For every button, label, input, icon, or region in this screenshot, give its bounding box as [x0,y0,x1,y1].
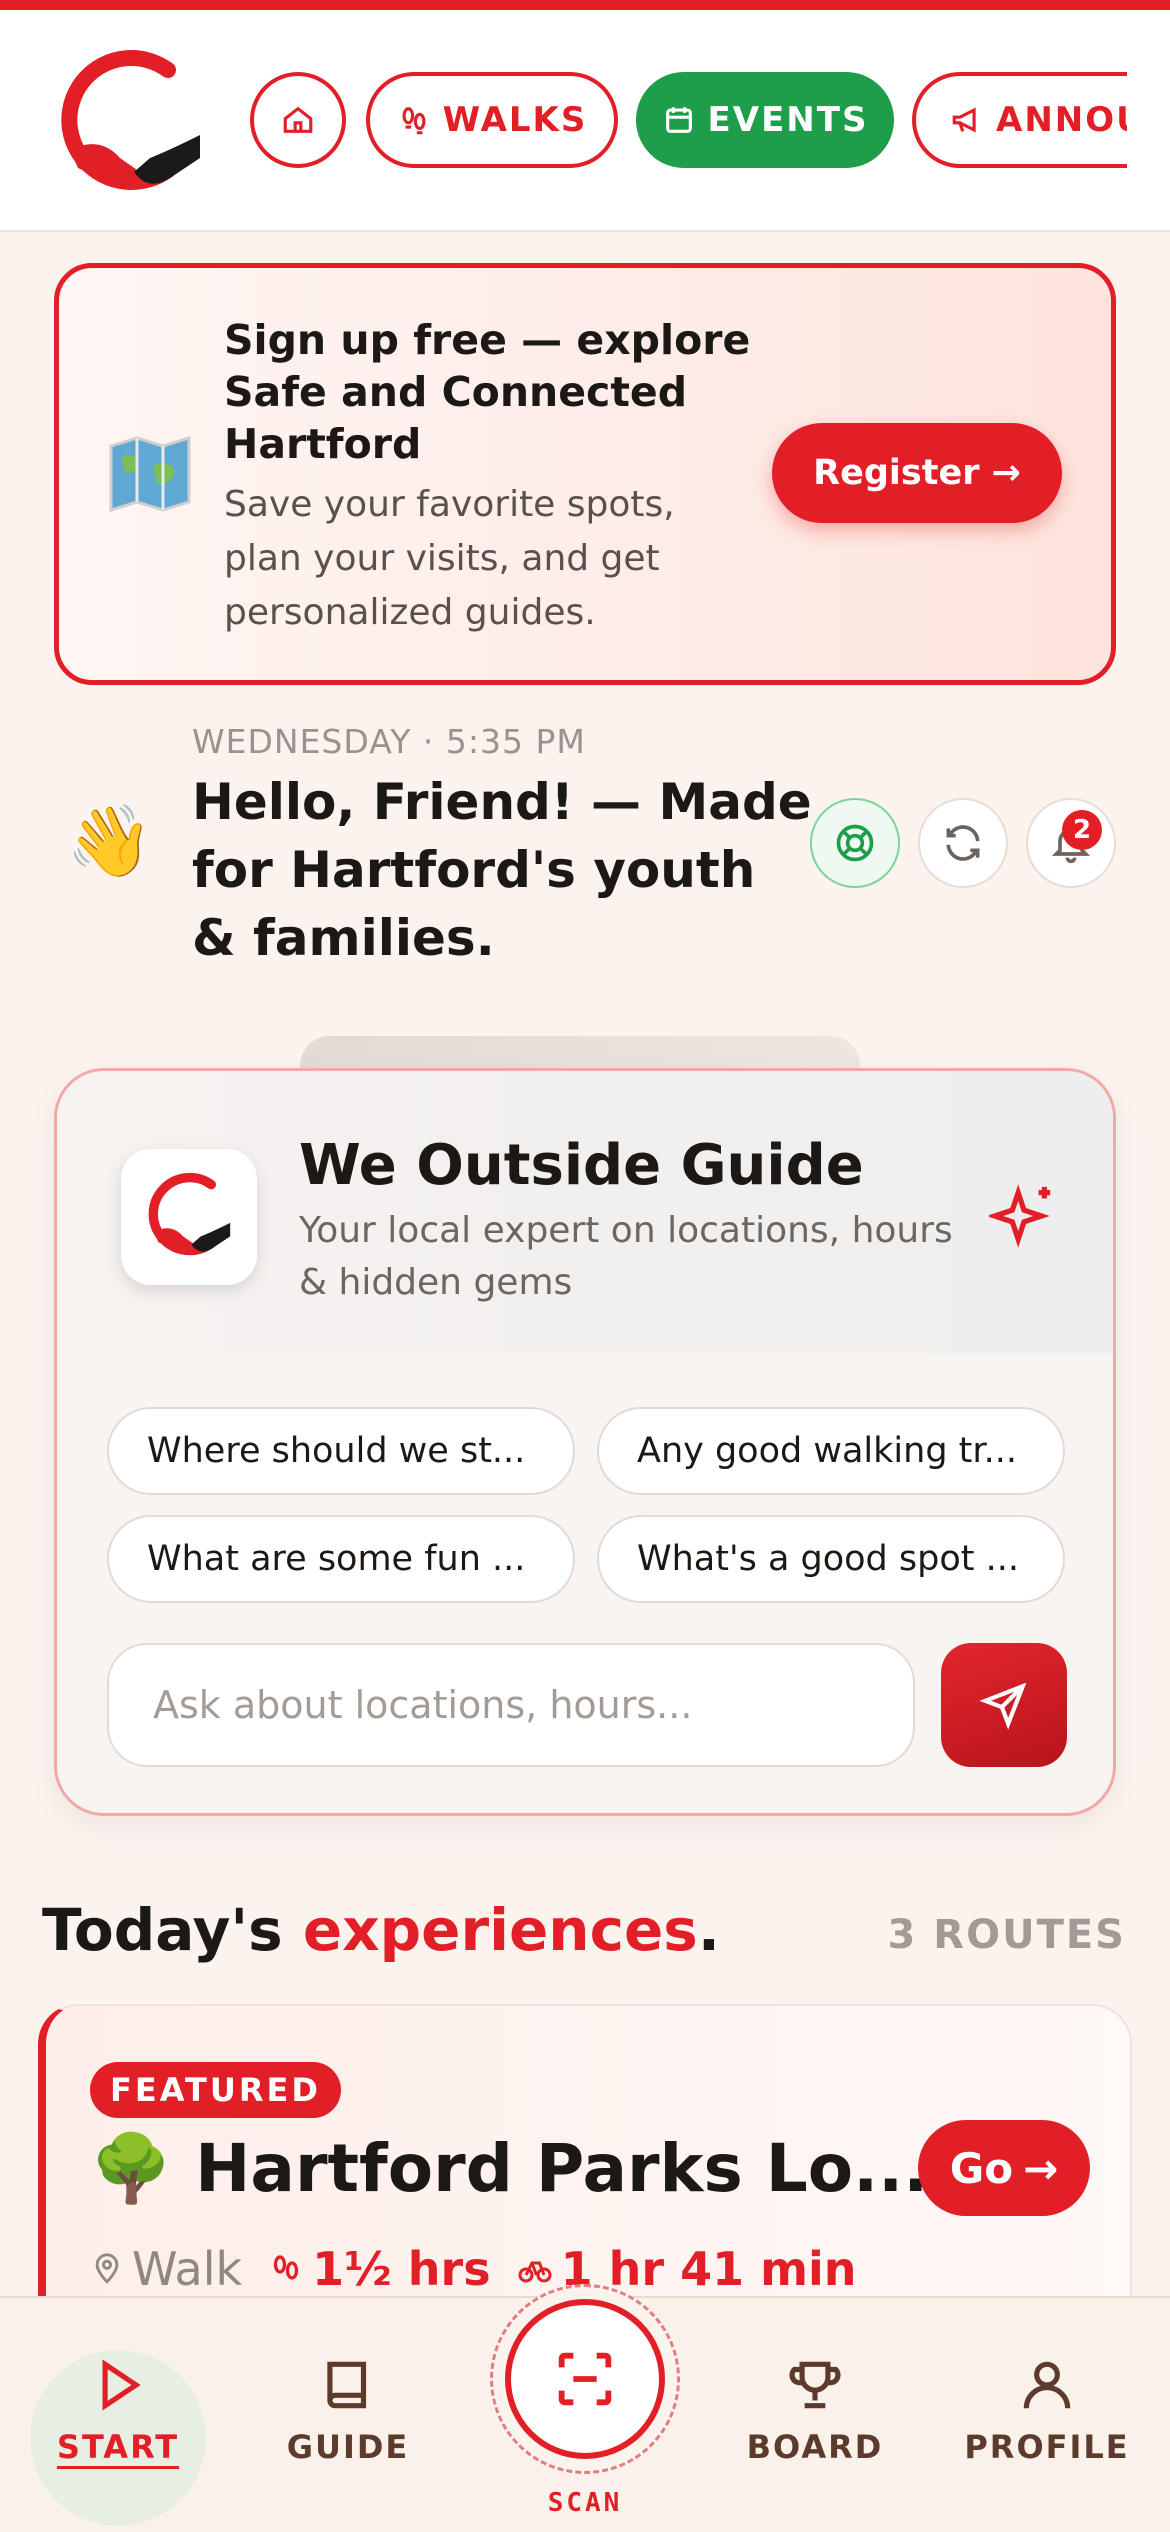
scan-button-inner [505,2299,665,2459]
notification-count-badge: 2 [1062,810,1102,850]
walk-duration-value: 1½ hrs [312,2242,491,2296]
tab-start[interactable]: START [13,2354,223,2466]
footprints-icon [274,2255,299,2280]
send-icon [979,1682,1027,1730]
greeting-heading: Hello, Friend! — Made for Hartford's you… [192,773,812,967]
tab-start-label: START [56,2428,180,2466]
experiences-heading: Today's experiences. [42,1896,720,1964]
bike-icon [518,2261,552,2283]
megaphone-icon [952,107,976,133]
nav-events-label: EVENTS [707,100,869,140]
play-icon [102,2359,141,2411]
sparkle-icon [989,1184,1051,1248]
map-icon [109,436,191,512]
routes-count: 3 ROUTES [887,1912,1126,1958]
featured-badge: FEATURED [90,2062,341,2118]
nav-walks-button[interactable]: WALKS [366,72,618,168]
guide-chat-card: We Outside Guide Your local expert on lo… [54,1068,1116,1816]
nav-walks-label: WALKS [442,100,588,140]
arrow-right-icon: → [1023,2143,1059,2193]
scan-button[interactable] [490,2284,680,2474]
route-type: Walk [90,2242,242,2296]
register-subtitle: Save your favorite spots, plan your visi… [224,484,675,633]
notifications-button[interactable]: 2 [1026,798,1116,888]
trophy-icon [789,2361,841,2409]
nav-announcements-label: ANNOU [996,100,1127,140]
register-button-label: Register [813,453,980,493]
guide-title: We Outside Guide [299,1133,864,1198]
featured-route-name: Hartford Parks Lo... [195,2130,929,2207]
user-icon [1023,2361,1071,2409]
experiences-heading-suffix: . [697,1896,720,1964]
top-accent-strip [0,0,1170,10]
tab-board[interactable]: BOARD [710,2354,920,2466]
scan-label: SCAN [547,2488,623,2518]
guide-subtitle: Your local expert on locations, hours & … [299,1210,953,1303]
tree-emoji: 🌳 [90,2130,173,2207]
tab-board-label: BOARD [746,2428,884,2466]
waving-hand-emoji: 👋 [66,800,154,882]
footprints-icon [402,107,426,135]
go-button[interactable]: Go → [918,2120,1090,2216]
route-meta: Walk 1½ hrs 1 hr 41 min [90,2242,857,2296]
book-icon [327,2361,367,2409]
app-header: WALKS EVENTS ANNOU [0,10,1170,232]
tab-guide-label: GUIDE [286,2428,410,2466]
nav-events-button[interactable]: EVENTS [636,72,894,168]
featured-route-title: 🌳 Hartford Parks Lo... [90,2130,940,2208]
tab-profile-label: PROFILE [964,2428,1130,2466]
scan-icon [558,2352,612,2406]
bottom-navigation: START GUIDE SCAN BOARD PROFILE [0,2284,1170,2532]
register-title: Sign up free — explore Safe and Connecte… [224,316,751,468]
location-pin-icon [95,2253,119,2284]
refresh-button[interactable] [918,798,1008,888]
arrow-right-icon: → [991,453,1021,493]
guide-avatar [121,1149,257,1285]
suggestion-chip[interactable]: Any good walking tr... [597,1407,1065,1495]
go-button-label: Go [949,2143,1014,2193]
nav-home-button[interactable] [250,72,346,168]
experiences-heading-prefix: Today's [42,1896,303,1964]
walk-duration: 1½ hrs [268,2242,491,2296]
guide-question-input[interactable]: Ask about locations, hours... [107,1643,915,1767]
lifebuoy-icon [836,824,874,862]
suggestion-chip[interactable]: What's a good spot ... [597,1515,1065,1603]
home-icon [283,106,313,133]
suggestion-chip[interactable]: What are some fun ... [107,1515,575,1603]
calendar-icon [665,107,692,133]
register-button[interactable]: Register → [772,423,1062,523]
register-banner: Sign up free — explore Safe and Connecte… [54,263,1116,685]
app-logo[interactable] [50,40,210,210]
experiences-heading-accent: experiences [302,1896,698,1964]
tab-profile[interactable]: PROFILE [942,2354,1152,2466]
guide-logo-icon [148,1172,231,1256]
send-button[interactable] [941,1643,1067,1767]
route-type-label: Walk [132,2242,243,2296]
tab-guide[interactable]: GUIDE [243,2354,453,2466]
nav-announcements-button[interactable]: ANNOU [912,72,1127,168]
refresh-icon [946,825,980,861]
help-button[interactable] [810,798,900,888]
current-day-time: WEDNESDAY · 5:35 PM [192,722,586,761]
suggestion-chip[interactable]: Where should we st... [107,1407,575,1495]
